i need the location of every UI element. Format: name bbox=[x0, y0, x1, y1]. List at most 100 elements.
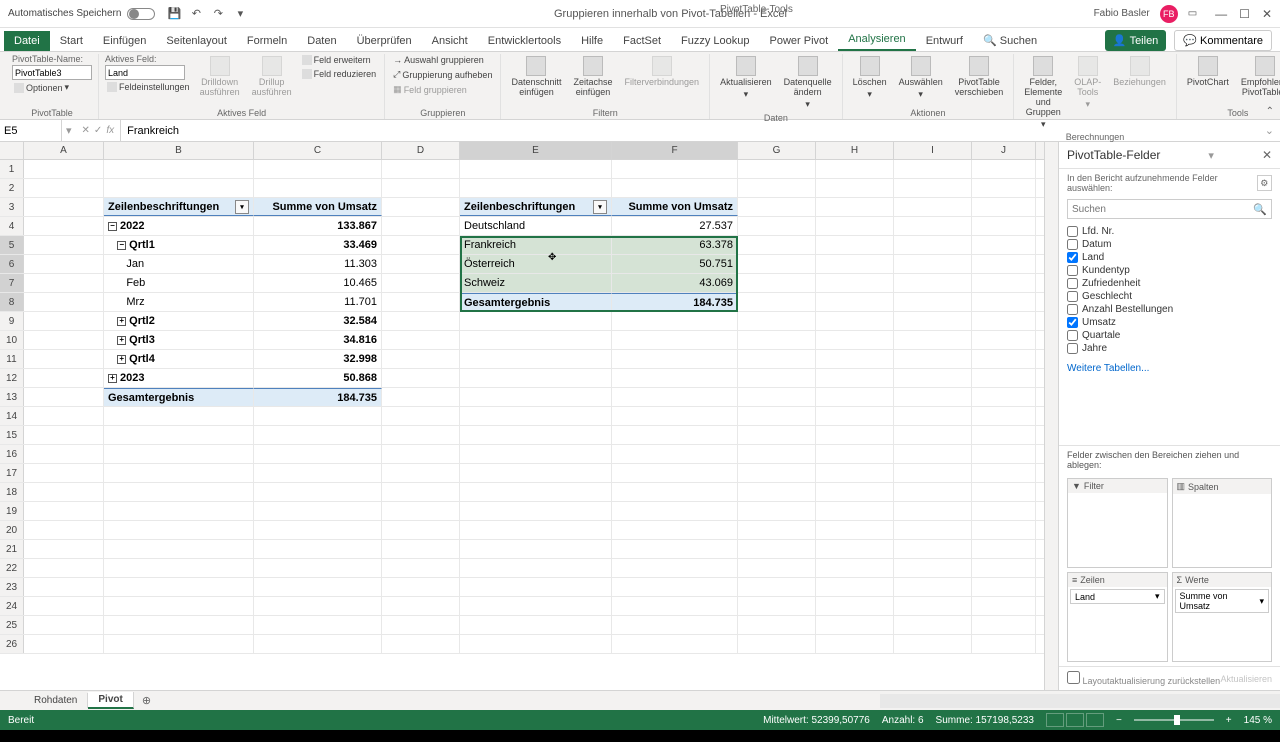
cell[interactable] bbox=[612, 635, 738, 653]
cell[interactable]: 27.537 bbox=[612, 217, 738, 235]
cell[interactable] bbox=[460, 616, 612, 634]
cell[interactable] bbox=[894, 426, 972, 444]
cell[interactable]: 133.867 bbox=[254, 217, 382, 235]
cell[interactable] bbox=[24, 521, 104, 539]
update-button[interactable]: Aktualisieren bbox=[1220, 674, 1272, 684]
ungroup-button[interactable]: ⤢ Gruppierung aufheben bbox=[391, 68, 494, 81]
group-selection-button[interactable]: → Auswahl gruppieren bbox=[391, 54, 486, 66]
cell[interactable] bbox=[816, 179, 894, 197]
cell[interactable] bbox=[972, 502, 1036, 520]
cell[interactable] bbox=[894, 198, 972, 216]
cell[interactable] bbox=[738, 635, 816, 653]
refresh-button[interactable]: Aktualisieren ▾ bbox=[716, 54, 776, 102]
cell[interactable] bbox=[894, 464, 972, 482]
cell[interactable] bbox=[612, 559, 738, 577]
cell[interactable] bbox=[972, 293, 1036, 311]
cell[interactable] bbox=[612, 616, 738, 634]
cell[interactable] bbox=[104, 578, 254, 596]
cell[interactable] bbox=[738, 236, 816, 254]
expand-collapse-icon[interactable]: + bbox=[108, 374, 117, 383]
cell[interactable] bbox=[972, 160, 1036, 178]
cell[interactable] bbox=[382, 426, 460, 444]
cell[interactable] bbox=[612, 369, 738, 387]
cell[interactable] bbox=[104, 179, 254, 197]
cell[interactable] bbox=[382, 293, 460, 311]
cell[interactable] bbox=[816, 312, 894, 330]
cell[interactable] bbox=[254, 597, 382, 615]
row-header[interactable]: 8 bbox=[0, 293, 24, 311]
field-item[interactable]: Lfd. Nr. bbox=[1067, 225, 1272, 238]
cell[interactable]: +Qrtl4 bbox=[104, 350, 254, 368]
cell[interactable] bbox=[612, 426, 738, 444]
tab-help[interactable]: Hilfe bbox=[571, 31, 613, 51]
cancel-formula-icon[interactable]: ✕ bbox=[82, 125, 90, 136]
redo-icon[interactable]: ↷ bbox=[211, 7, 225, 21]
formula-expand-icon[interactable]: ⌄ bbox=[1259, 124, 1280, 137]
cell[interactable] bbox=[612, 312, 738, 330]
cell[interactable] bbox=[460, 407, 612, 425]
cell[interactable] bbox=[972, 407, 1036, 425]
cell[interactable] bbox=[894, 483, 972, 501]
cell[interactable] bbox=[894, 369, 972, 387]
field-checkbox[interactable] bbox=[1067, 317, 1078, 328]
undo-icon[interactable]: ↶ bbox=[189, 7, 203, 21]
cell[interactable] bbox=[612, 445, 738, 463]
options-button[interactable]: Optionen ▾ bbox=[12, 81, 71, 94]
tab-formulas[interactable]: Formeln bbox=[237, 31, 297, 51]
cell[interactable] bbox=[460, 521, 612, 539]
cell[interactable] bbox=[738, 198, 816, 216]
cell[interactable] bbox=[254, 160, 382, 178]
vertical-scrollbar[interactable] bbox=[1044, 142, 1058, 690]
field-checkbox[interactable] bbox=[1067, 291, 1078, 302]
field-checkbox[interactable] bbox=[1067, 252, 1078, 263]
cell[interactable] bbox=[972, 445, 1036, 463]
row-header[interactable]: 7 bbox=[0, 274, 24, 292]
cell[interactable] bbox=[894, 312, 972, 330]
cell[interactable] bbox=[738, 483, 816, 501]
fieldpane-gear-icon[interactable]: ⚙ bbox=[1257, 175, 1272, 191]
cell[interactable] bbox=[104, 445, 254, 463]
row-header[interactable]: 13 bbox=[0, 388, 24, 406]
cell[interactable] bbox=[104, 502, 254, 520]
cell[interactable] bbox=[612, 350, 738, 368]
expand-collapse-icon[interactable]: − bbox=[108, 222, 117, 231]
tab-review[interactable]: Überprüfen bbox=[347, 31, 422, 51]
field-item[interactable]: Land bbox=[1067, 251, 1272, 264]
cell[interactable] bbox=[612, 578, 738, 596]
cell[interactable] bbox=[816, 369, 894, 387]
cell[interactable] bbox=[816, 635, 894, 653]
search-tab[interactable]: 🔍 Suchen bbox=[973, 30, 1047, 51]
cell[interactable] bbox=[612, 388, 738, 406]
cell[interactable] bbox=[738, 445, 816, 463]
cell[interactable] bbox=[894, 578, 972, 596]
cell[interactable] bbox=[24, 350, 104, 368]
cell[interactable] bbox=[894, 635, 972, 653]
tab-factset[interactable]: FactSet bbox=[613, 31, 671, 51]
cell[interactable] bbox=[104, 597, 254, 615]
cell[interactable] bbox=[382, 559, 460, 577]
tab-file[interactable]: Datei bbox=[4, 31, 50, 51]
cell[interactable] bbox=[972, 464, 1036, 482]
row-header[interactable]: 2 bbox=[0, 179, 24, 197]
cell[interactable] bbox=[460, 559, 612, 577]
cell[interactable] bbox=[254, 521, 382, 539]
cell[interactable] bbox=[816, 540, 894, 558]
cell[interactable] bbox=[612, 407, 738, 425]
cell[interactable] bbox=[738, 578, 816, 596]
cell[interactable] bbox=[24, 426, 104, 444]
cell[interactable] bbox=[24, 445, 104, 463]
group-field-button[interactable]: ▦ Feld gruppieren bbox=[391, 83, 469, 96]
col-header-D[interactable]: D bbox=[382, 142, 460, 159]
cell[interactable] bbox=[816, 559, 894, 577]
cell[interactable] bbox=[104, 616, 254, 634]
cell[interactable] bbox=[460, 635, 612, 653]
filter-dropdown-icon[interactable]: ▾ bbox=[593, 200, 607, 214]
cell[interactable] bbox=[894, 388, 972, 406]
row-header[interactable]: 25 bbox=[0, 616, 24, 634]
cell[interactable] bbox=[460, 331, 612, 349]
fieldpane-search-input[interactable] bbox=[1072, 204, 1253, 215]
collapse-ribbon-icon[interactable]: ⌃ bbox=[1266, 106, 1274, 117]
cell[interactable] bbox=[24, 559, 104, 577]
sheet-tab-pivot[interactable]: Pivot bbox=[88, 692, 133, 709]
cell[interactable] bbox=[24, 635, 104, 653]
